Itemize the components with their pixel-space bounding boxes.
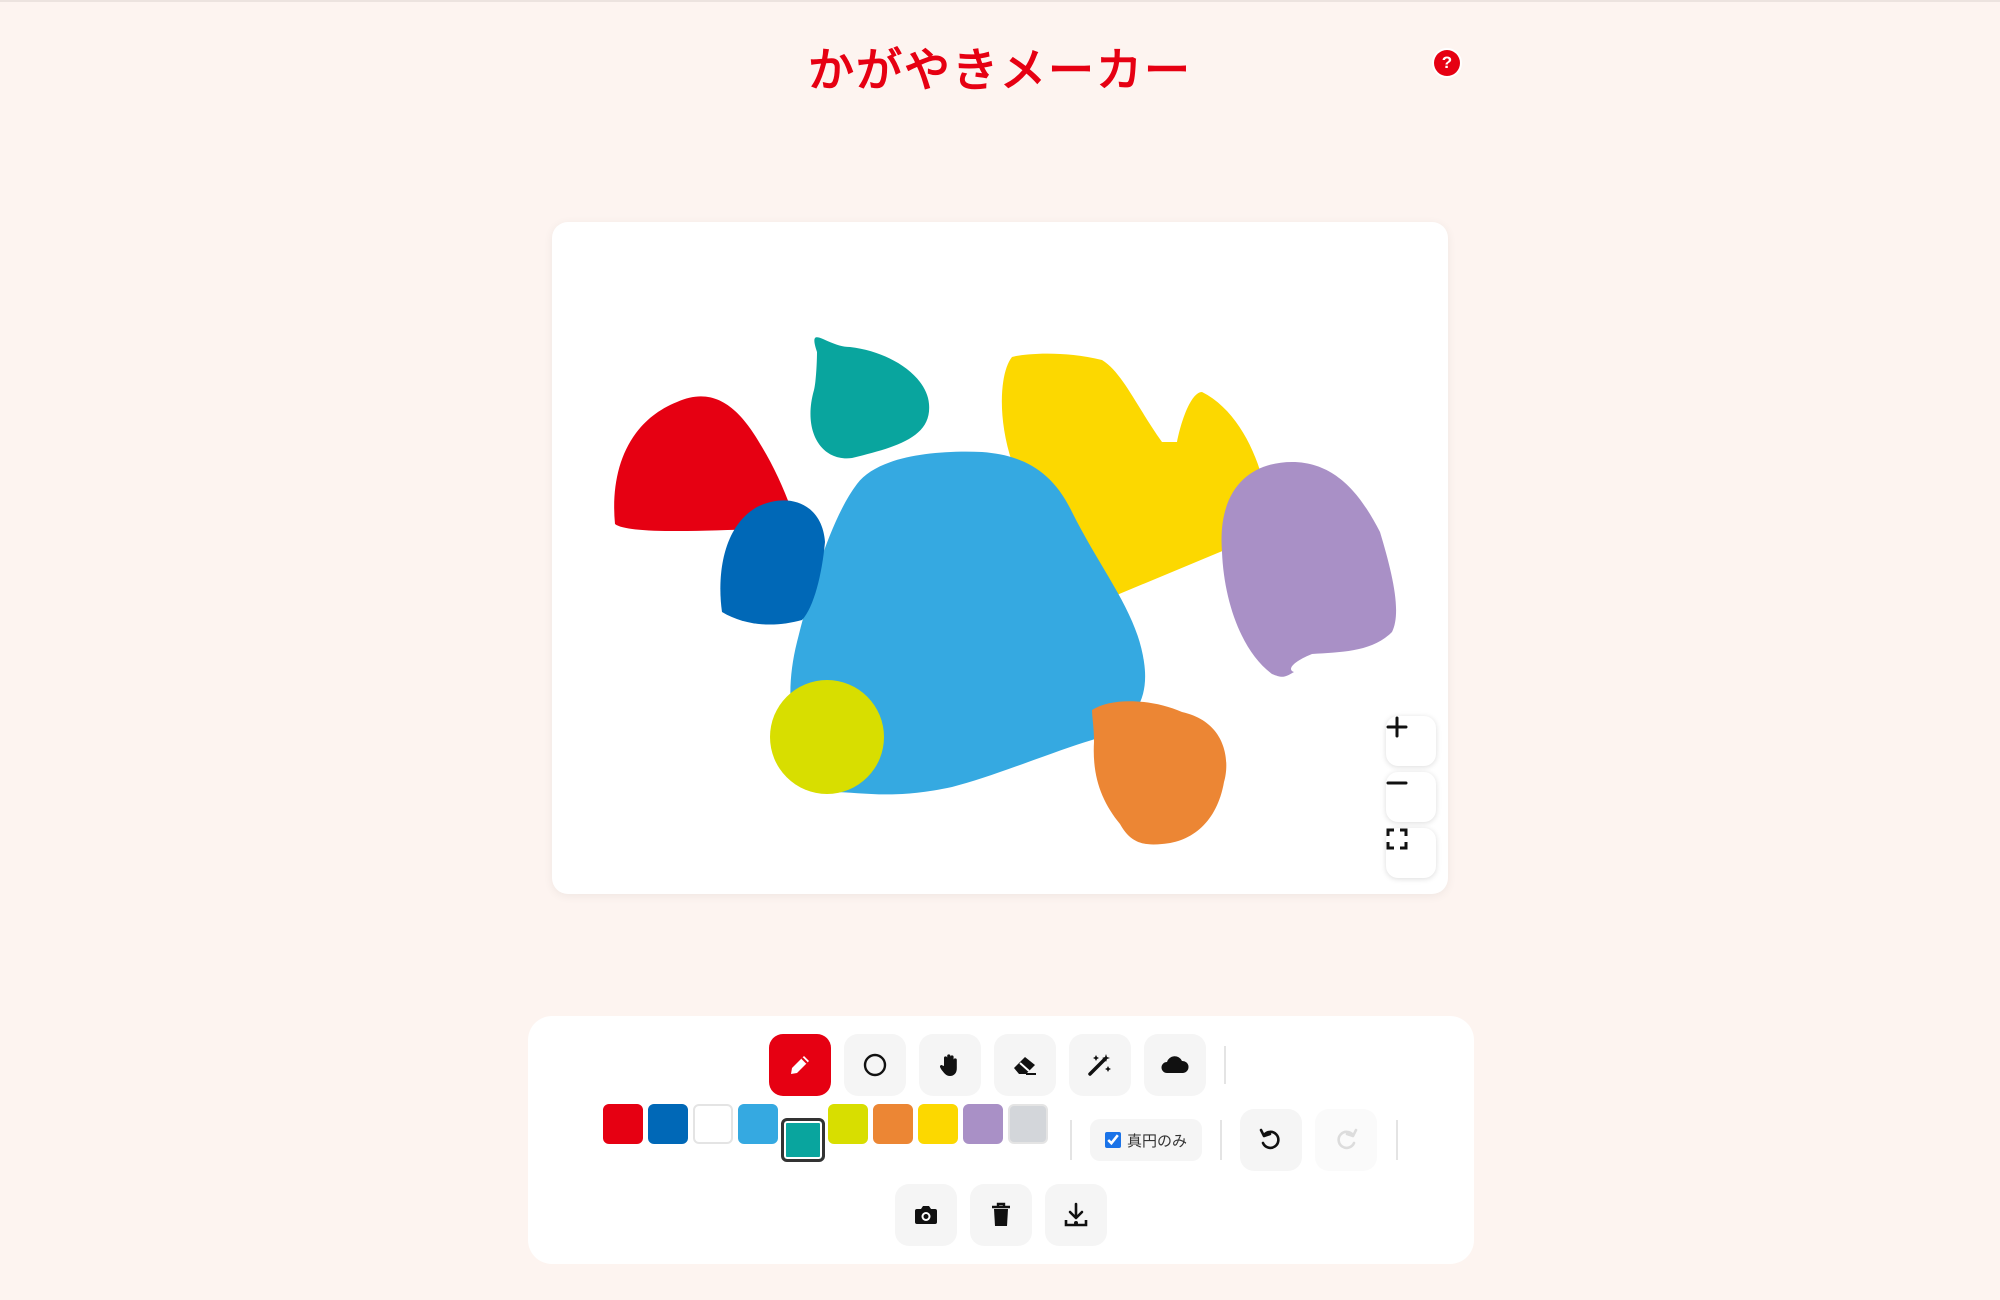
circle-only-label: 真円のみ (1126, 1131, 1187, 1150)
magic-tool[interactable] (1069, 1034, 1131, 1096)
color-swatch-gray[interactable] (1008, 1104, 1048, 1144)
undo-button[interactable] (1240, 1109, 1302, 1171)
eraser-tool[interactable] (994, 1034, 1056, 1096)
help-icon: ? (1434, 50, 1460, 76)
top-border (0, 0, 2000, 2)
app-title: かがやきメーカー (808, 43, 1192, 97)
tool-separator (1224, 1046, 1226, 1084)
color-swatch-orange[interactable] (873, 1104, 913, 1144)
fullscreen-icon (1386, 828, 1408, 850)
canvas-svg[interactable] (552, 222, 1448, 894)
circle-tool[interactable] (844, 1034, 906, 1096)
delete-button[interactable] (970, 1184, 1032, 1246)
color-swatch-lime[interactable] (828, 1104, 868, 1144)
redo-icon (1337, 1128, 1358, 1150)
color-swatch-white[interactable] (693, 1104, 733, 1144)
lime-blob[interactable] (770, 680, 884, 794)
undo-icon (1259, 1128, 1280, 1150)
fullscreen-button[interactable] (1386, 828, 1436, 878)
hand-icon (939, 1054, 957, 1076)
camera-button[interactable] (895, 1184, 957, 1246)
circle-only-checkbox[interactable] (1104, 1132, 1121, 1148)
hand-tool[interactable] (919, 1034, 981, 1096)
history-separator-right (1396, 1120, 1398, 1160)
cloud-icon (1161, 1056, 1189, 1073)
pencil-icon (791, 1056, 809, 1074)
palette-separator (1070, 1120, 1072, 1160)
color-swatch-purple[interactable] (963, 1104, 1003, 1144)
pen-tool[interactable] (769, 1034, 831, 1096)
orange-blob[interactable] (1092, 701, 1227, 845)
zoom-in-button[interactable] (1386, 716, 1436, 766)
color-swatch-light-blue[interactable] (738, 1104, 778, 1144)
redo-button[interactable] (1315, 1109, 1377, 1171)
magic-wand-icon (1088, 1054, 1111, 1076)
circle-icon (863, 1053, 887, 1077)
plus-icon (1386, 716, 1408, 738)
circle-only-toggle[interactable]: 真円のみ (1090, 1119, 1202, 1161)
download-icon (1064, 1202, 1088, 1227)
download-button[interactable] (1045, 1184, 1107, 1246)
camera-icon (915, 1206, 937, 1224)
eraser-icon (1014, 1057, 1036, 1075)
color-swatch-blue[interactable] (648, 1104, 688, 1144)
zoom-out-button[interactable] (1386, 772, 1436, 822)
color-swatch-red[interactable] (603, 1104, 643, 1144)
purple-blob[interactable] (1221, 462, 1397, 677)
color-swatch-teal[interactable] (781, 1118, 825, 1162)
minus-icon (1386, 781, 1408, 785)
drawing-canvas[interactable] (552, 222, 1448, 894)
teal-blob[interactable] (810, 337, 930, 459)
cloud-tool[interactable] (1144, 1034, 1206, 1096)
color-swatch-yellow[interactable] (918, 1104, 958, 1144)
history-separator-left (1220, 1120, 1222, 1160)
trash-icon (992, 1202, 1010, 1226)
help-button[interactable]: ? (1432, 48, 1462, 78)
